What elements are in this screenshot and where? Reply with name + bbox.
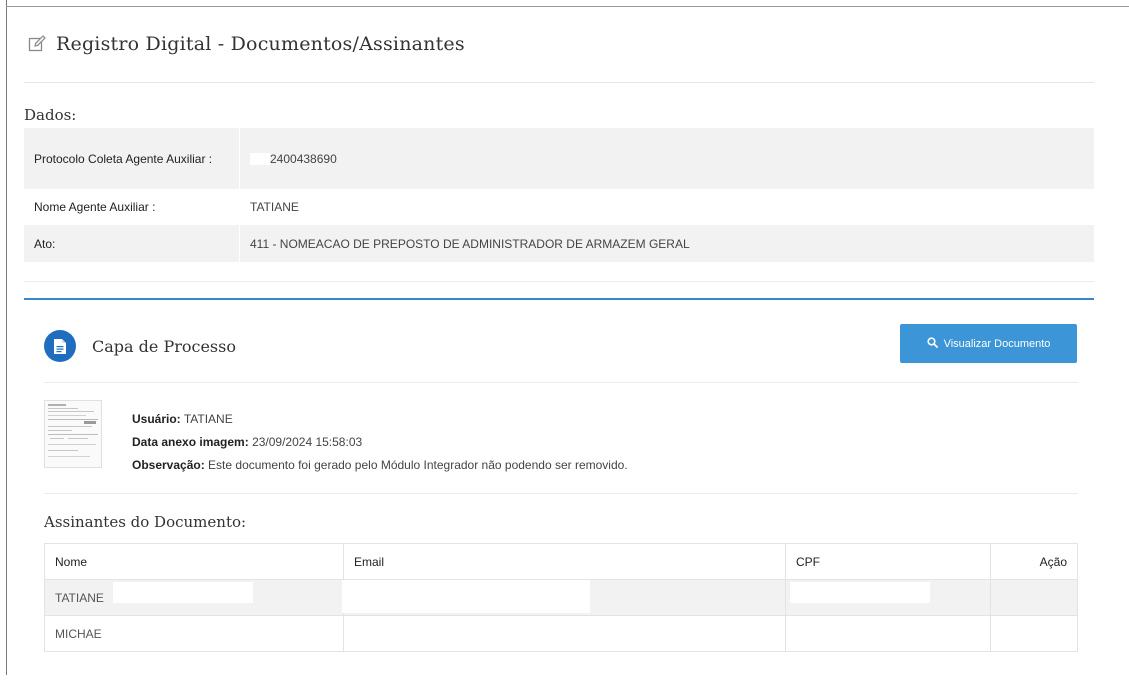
divider [24, 281, 1094, 282]
dados-value: TATIANE [239, 189, 1094, 225]
document-thumbnail[interactable] [44, 400, 102, 468]
meta-data-label: Data anexo imagem: [132, 435, 249, 449]
dados-row-ato: Ato: 411 - NOMEACAO DE PREPOSTO DE ADMIN… [24, 225, 1094, 262]
dados-key: Ato: [24, 225, 240, 262]
column-header-nome: Nome [44, 543, 344, 580]
redaction [790, 582, 930, 603]
table-header-row: Nome Email CPF Ação [44, 543, 1078, 580]
document-title: Capa de Processo [92, 336, 236, 356]
signer-nome: MICHAE [44, 615, 344, 652]
meta-obs-value: Este documento foi gerado pelo Módulo In… [208, 458, 628, 472]
dados-value: 411 - NOMEACAO DE PREPOSTO DE ADMINISTRA… [239, 225, 1094, 262]
edit-icon [26, 33, 48, 55]
signer-nome-text: MICHAE [55, 626, 102, 641]
divider [44, 493, 1078, 494]
meta-data-value: 23/09/2024 15:58:03 [252, 435, 363, 449]
dados-key: Nome Agente Auxiliar : [24, 189, 240, 225]
table-row: TATIANE [44, 579, 1078, 616]
document-icon [44, 330, 76, 362]
meta-observacao: Observação: Este documento foi gerado pe… [132, 454, 628, 477]
dados-row-nome: Nome Agente Auxiliar : TATIANE [24, 189, 1094, 225]
window-border-left [6, 0, 7, 675]
meta-data: Data anexo imagem: 23/09/2024 15:58:03 [132, 431, 628, 454]
signer-cpf [785, 579, 991, 616]
divider [44, 382, 1078, 383]
dados-table: Protocolo Coleta Agente Auxiliar : 24004… [24, 128, 1094, 262]
dados-label: Dados: [24, 106, 77, 124]
document-meta: Usuário: TATIANE Data anexo imagem: 23/0… [132, 408, 628, 477]
view-document-label: Visualizar Documento [943, 337, 1051, 350]
page-title: Registro Digital - Documentos/Assinantes [56, 33, 465, 55]
divider [24, 82, 1094, 83]
document-panel: Capa de Processo Visualizar Documento Us… [24, 298, 1094, 680]
search-icon [926, 336, 938, 351]
redaction [250, 153, 270, 166]
meta-obs-label: Observação: [132, 458, 205, 472]
redaction [342, 580, 590, 613]
signers-label: Assinantes do Documento: [44, 513, 247, 531]
meta-usuario: Usuário: TATIANE [132, 408, 628, 431]
redaction [113, 582, 253, 603]
column-header-acao: Ação [990, 543, 1078, 580]
signer-cpf [785, 615, 991, 652]
dados-key: Protocolo Coleta Agente Auxiliar : [24, 128, 240, 189]
table-row: MICHAE [44, 615, 1078, 652]
view-document-button[interactable]: Visualizar Documento [900, 324, 1077, 363]
meta-usuario-value: TATIANE [183, 412, 233, 426]
protocolo-value: 2400438690 [270, 151, 337, 166]
window-border-top [6, 6, 1129, 7]
signer-acao [990, 579, 1078, 616]
column-header-cpf: CPF [785, 543, 991, 580]
signer-email [343, 615, 786, 652]
meta-usuario-label: Usuário: [132, 412, 181, 426]
document-header: Capa de Processo [44, 330, 236, 362]
page-header: Registro Digital - Documentos/Assinantes [26, 28, 465, 60]
signer-nome: TATIANE [44, 579, 344, 616]
column-header-email: Email [343, 543, 786, 580]
signer-email [342, 579, 786, 616]
dados-value: 2400438690 [239, 128, 1094, 189]
dados-row-protocolo: Protocolo Coleta Agente Auxiliar : 24004… [24, 128, 1094, 189]
signer-acao [990, 615, 1078, 652]
signer-nome-text: TATIANE [55, 590, 104, 605]
signers-table: Nome Email CPF Ação TATIANE MICHAE [44, 543, 1078, 652]
